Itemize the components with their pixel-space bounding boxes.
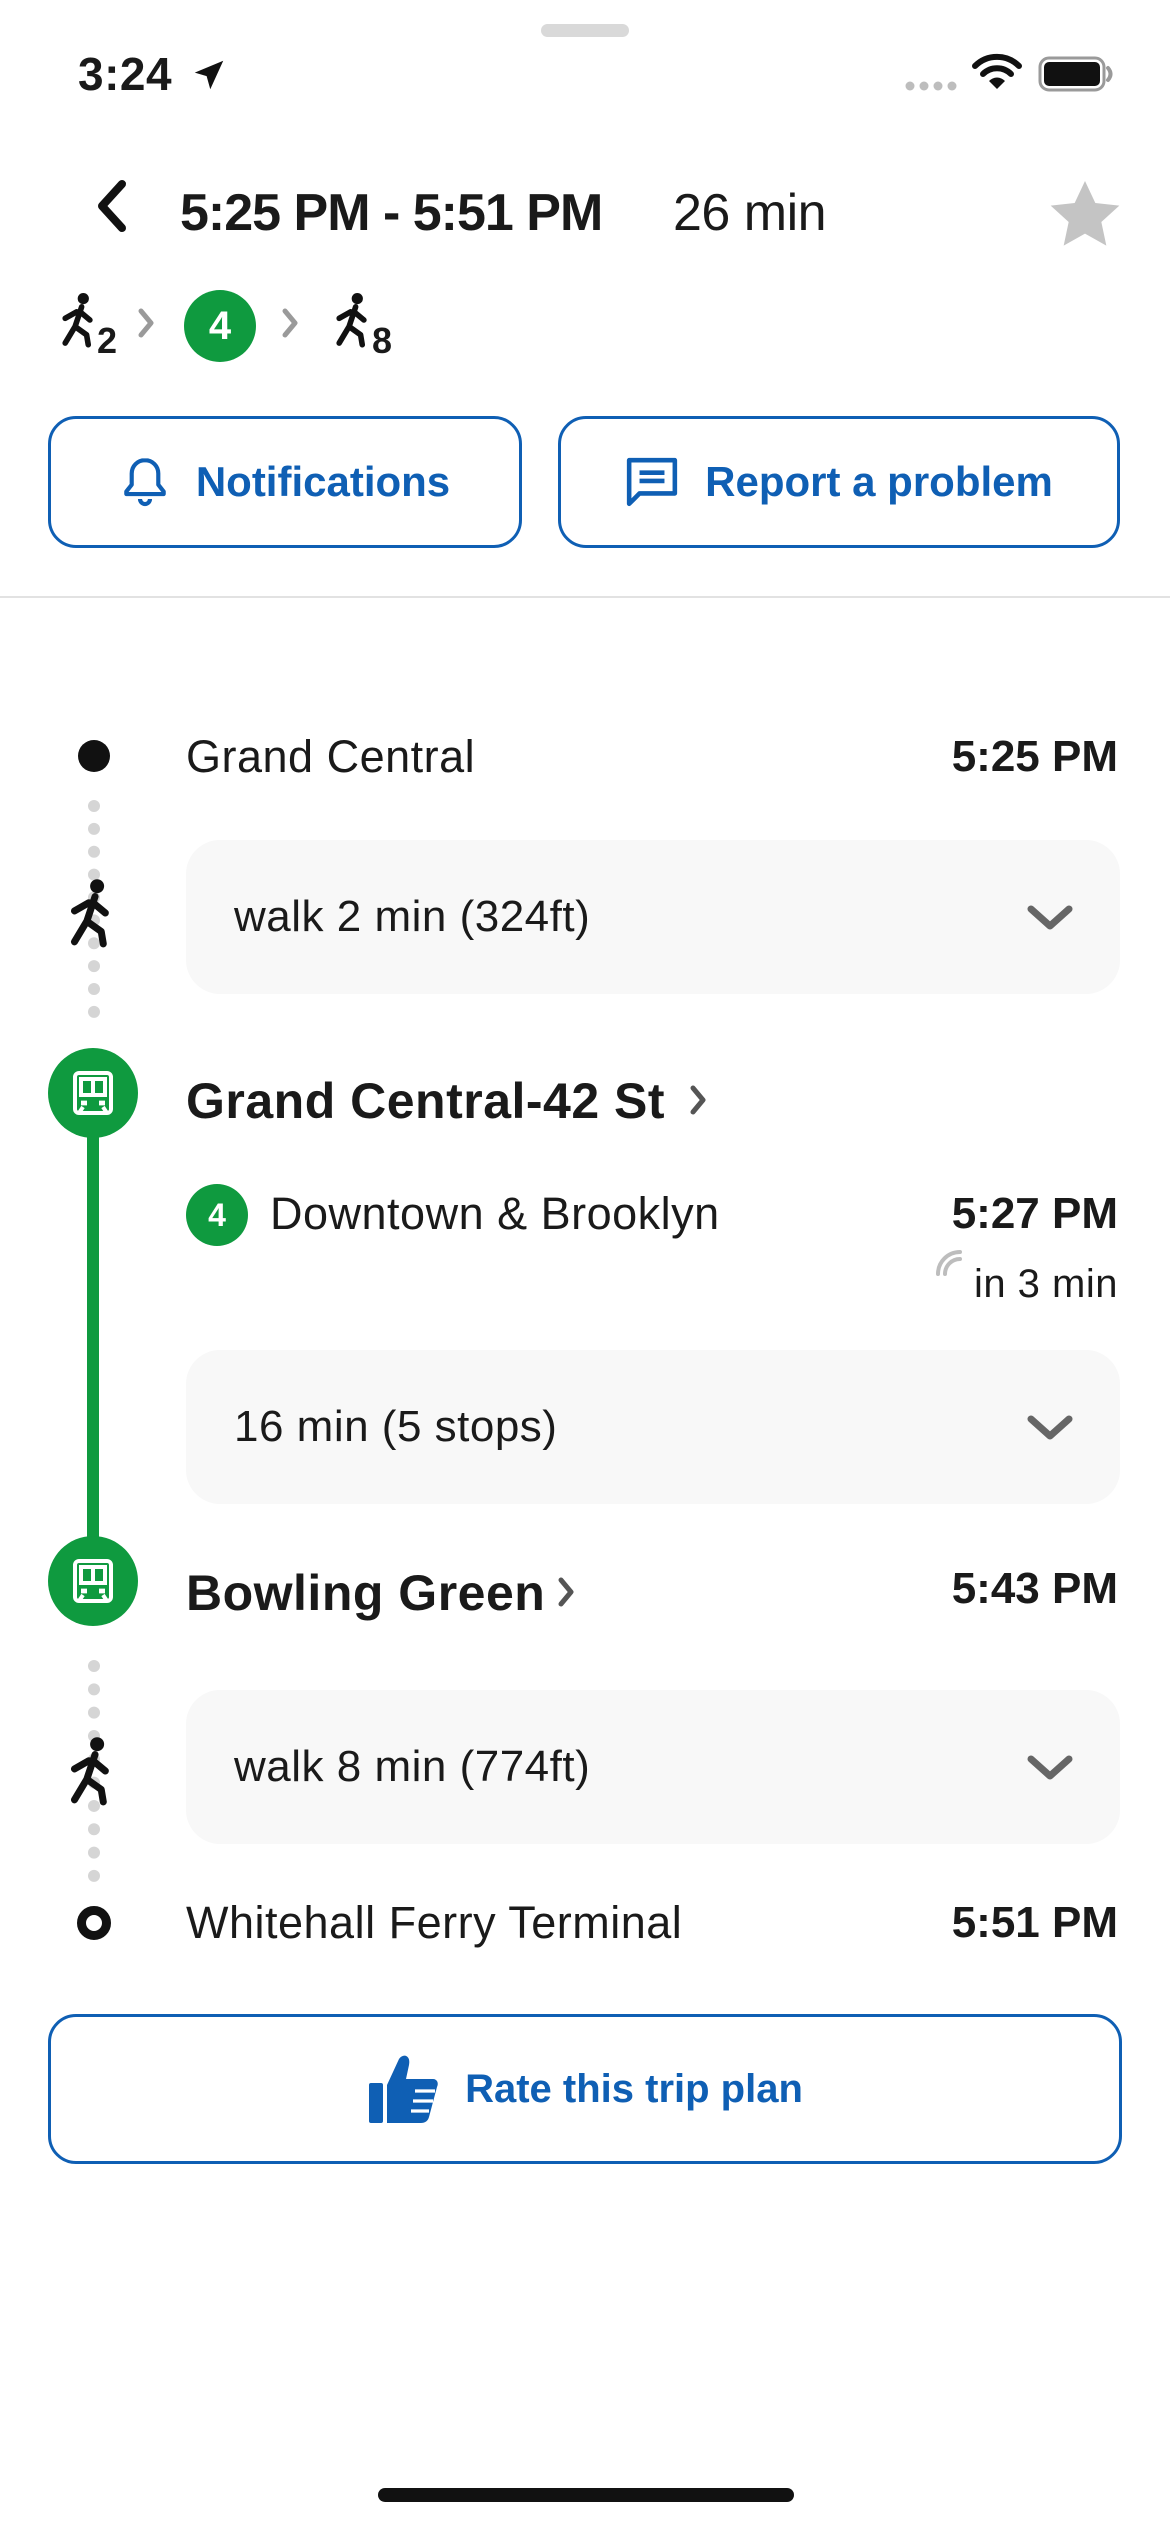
report-problem-label: Report a problem <box>705 458 1053 505</box>
bell-icon <box>124 458 166 507</box>
chevron-right-icon <box>690 1085 706 1115</box>
realtime-signal-icon <box>936 1250 962 1276</box>
ride-details-label: 16 min (5 stops) <box>234 1402 558 1451</box>
route-4-badge: 4 <box>184 290 256 362</box>
chevron-right-icon <box>282 308 298 338</box>
chevron-down-icon <box>1027 1755 1073 1780</box>
chevron-right-icon <box>138 308 154 338</box>
subway-station-icon <box>48 1536 138 1626</box>
favorite-star-icon[interactable] <box>1045 175 1125 255</box>
notifications-label: Notifications <box>195 458 451 505</box>
boarding-station-link[interactable]: Grand Central-42 St <box>186 1071 665 1131</box>
divider <box>0 596 1170 598</box>
battery-icon <box>1038 56 1113 92</box>
route-direction: Downtown & Brooklyn <box>270 1188 720 1239</box>
chevron-down-icon <box>1027 905 1073 930</box>
rate-trip-button[interactable]: Rate this trip plan <box>48 2014 1122 2164</box>
origin-dot-icon <box>78 740 110 772</box>
origin-time: 5:25 PM <box>951 732 1118 781</box>
destination-name: Whitehall Ferry Terminal <box>186 1897 683 1948</box>
status-time: 3:24 <box>78 48 173 100</box>
arrival-station-time: 5:43 PM <box>951 1564 1118 1613</box>
thumbs-up-icon <box>369 2055 438 2123</box>
notifications-button[interactable]: Notifications <box>48 416 522 548</box>
walk-icon <box>70 1737 109 1806</box>
trip-duration: 26 min <box>673 184 827 242</box>
walk-icon <box>62 292 93 348</box>
rate-trip-label: Rate this trip plan <box>465 2066 803 2111</box>
walk-icon <box>336 292 367 348</box>
chevron-down-icon <box>1027 1415 1073 1440</box>
ride-details-card[interactable]: 16 min (5 stops) <box>186 1350 1120 1504</box>
route-line <box>87 1120 99 1550</box>
destination-time: 5:51 PM <box>951 1898 1118 1947</box>
walk-details-label: walk 2 min (324ft) <box>234 892 591 941</box>
location-arrow-icon <box>194 60 224 90</box>
message-icon <box>627 457 678 507</box>
wifi-icon <box>972 53 1022 89</box>
home-indicator[interactable] <box>378 2488 794 2502</box>
walk-details-card[interactable]: walk 8 min (774ft) <box>186 1690 1120 1844</box>
walk-minutes-after: 8 <box>372 320 393 361</box>
departure-time: 5:27 PM <box>951 1189 1118 1238</box>
trip-time-range: 5:25 PM - 5:51 PM <box>180 184 603 242</box>
walk-details-card[interactable]: walk 2 min (324ft) <box>186 840 1120 994</box>
route-4-badge: 4 <box>186 1184 248 1246</box>
walk-icon <box>70 879 109 948</box>
realtime-arrival: in 3 min <box>973 1262 1118 1306</box>
report-problem-button[interactable]: Report a problem <box>558 416 1120 548</box>
origin-name: Grand Central <box>186 731 476 782</box>
walk-minutes-before: 2 <box>97 320 118 361</box>
alighting-station-link[interactable]: Bowling Green <box>186 1563 545 1623</box>
back-chevron-icon[interactable] <box>92 178 132 234</box>
walk-details-label: walk 8 min (774ft) <box>234 1742 591 1791</box>
destination-dot-icon <box>77 1906 111 1940</box>
chevron-right-icon <box>558 1577 574 1607</box>
cellular-signal-icon <box>905 81 957 91</box>
sheet-grabber[interactable] <box>541 24 629 37</box>
